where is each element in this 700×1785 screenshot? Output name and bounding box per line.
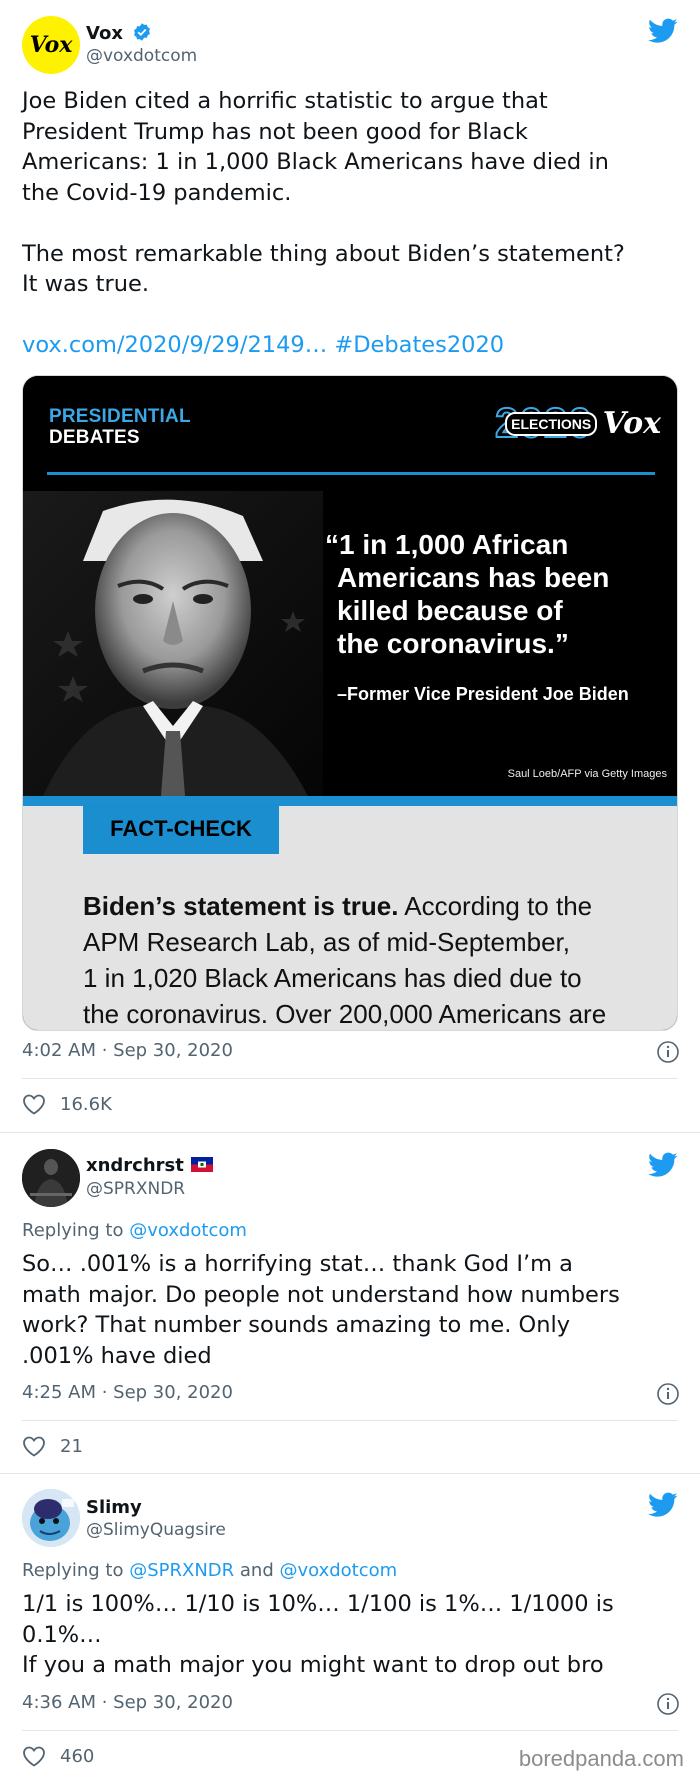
heart-icon bbox=[23, 1746, 45, 1767]
like-button[interactable]: 21 bbox=[22, 1435, 83, 1457]
twitter-bird-icon[interactable] bbox=[648, 18, 678, 44]
like-button[interactable]: 460 bbox=[22, 1745, 94, 1767]
replying-to: Replying to @voxdotcom bbox=[22, 1220, 247, 1241]
photo-credit: Saul Loeb/AFP via Getty Images bbox=[507, 768, 667, 780]
elections-logo: 2020 ELECTIONS Vox bbox=[494, 399, 661, 447]
avatar[interactable] bbox=[22, 1149, 80, 1207]
presidential-debates-label: PRESIDENTIAL DEBATES bbox=[49, 406, 191, 448]
fact-check-label: FACT-CHECK bbox=[83, 804, 279, 854]
author-name[interactable]: xndrchrst bbox=[86, 1155, 214, 1176]
quote-attribution: –Former Vice President Joe Biden bbox=[337, 684, 629, 704]
tweet-link[interactable]: vox.com/2020/9/29/2149… #Debates2020 bbox=[22, 330, 682, 361]
author-handle[interactable]: @voxdotcom bbox=[86, 46, 197, 66]
author-handle[interactable]: @SPRXNDR bbox=[86, 1179, 185, 1199]
divider bbox=[22, 1730, 678, 1731]
mention-link[interactable]: @voxdotcom bbox=[279, 1560, 397, 1581]
avatar[interactable] bbox=[22, 1489, 80, 1547]
avatar-image bbox=[22, 1149, 80, 1207]
debate-graphic: PRESIDENTIAL DEBATES 2020 ELECTIONS Vox bbox=[23, 376, 677, 796]
fact-check-text: Biden’s statement is true. According to … bbox=[83, 891, 607, 1029]
like-count: 460 bbox=[60, 1745, 95, 1767]
tweet-timestamp[interactable]: 4:25 AM · Sep 30, 2020 bbox=[22, 1382, 233, 1403]
twitter-bird-icon[interactable] bbox=[648, 1492, 678, 1518]
like-count: 21 bbox=[60, 1435, 83, 1457]
vox-logo: Vox bbox=[602, 405, 661, 441]
replying-to: Replying to @SPRXNDR and @voxdotcom bbox=[22, 1560, 398, 1581]
tweet-slimy: Slimy @SlimyQuagsire Replying to @SPRXND… bbox=[0, 1475, 700, 1785]
tweet-xndrchrst: xndrchrst @SPRXNDR Replying to @voxdotco… bbox=[0, 1134, 700, 1474]
tweet-text: Joe Biden cited a horrific statistic to … bbox=[22, 86, 682, 361]
tweet-text: So… .001% is a horrifying stat… thank Go… bbox=[22, 1251, 620, 1369]
verified-icon bbox=[134, 23, 151, 41]
author-handle[interactable]: @SlimyQuagsire bbox=[86, 1520, 226, 1540]
vox-logo: Vox bbox=[29, 32, 73, 58]
avatar-image bbox=[22, 1489, 80, 1547]
info-icon[interactable] bbox=[656, 1040, 680, 1064]
info-icon[interactable] bbox=[656, 1382, 680, 1406]
tweet-timestamp[interactable]: 4:02 AM · Sep 30, 2020 bbox=[22, 1040, 233, 1061]
info-icon[interactable] bbox=[656, 1692, 680, 1716]
tweet-timestamp[interactable]: 4:36 AM · Sep 30, 2020 bbox=[22, 1692, 233, 1713]
mention-link[interactable]: @voxdotcom bbox=[129, 1220, 247, 1241]
divider bbox=[22, 1078, 678, 1079]
heart-icon bbox=[23, 1094, 45, 1115]
tweet-media-card[interactable]: PRESIDENTIAL DEBATES 2020 ELECTIONS Vox bbox=[22, 375, 678, 1031]
twitter-bird-icon[interactable] bbox=[648, 1152, 678, 1178]
heart-icon bbox=[23, 1436, 45, 1457]
tweet-text: 1/1 is 100%… 1/10 is 10%… 1/100 is 1%… 1… bbox=[22, 1591, 614, 1678]
author-name[interactable]: Slimy bbox=[86, 1497, 142, 1518]
like-button[interactable]: 16.6K bbox=[22, 1093, 112, 1115]
author-name[interactable]: Vox bbox=[86, 22, 152, 44]
watermark: boredpanda.com bbox=[518, 1746, 684, 1771]
fact-check-panel: FACT-CHECK Biden’s statement is true. Ac… bbox=[23, 796, 677, 1030]
divider bbox=[22, 1420, 678, 1421]
biden-photo bbox=[23, 491, 323, 796]
tweet-vox: Vox Vox @voxdotcom Joe Biden cited a hor… bbox=[0, 0, 700, 1133]
mention-link[interactable]: @SPRXNDR bbox=[129, 1560, 234, 1581]
haiti-flag-icon bbox=[191, 1157, 214, 1172]
divider bbox=[47, 472, 655, 475]
quote-text: “1 in 1,000 African Americans has been k… bbox=[325, 529, 610, 659]
like-count: 16.6K bbox=[60, 1093, 112, 1115]
avatar[interactable]: Vox bbox=[22, 16, 80, 74]
